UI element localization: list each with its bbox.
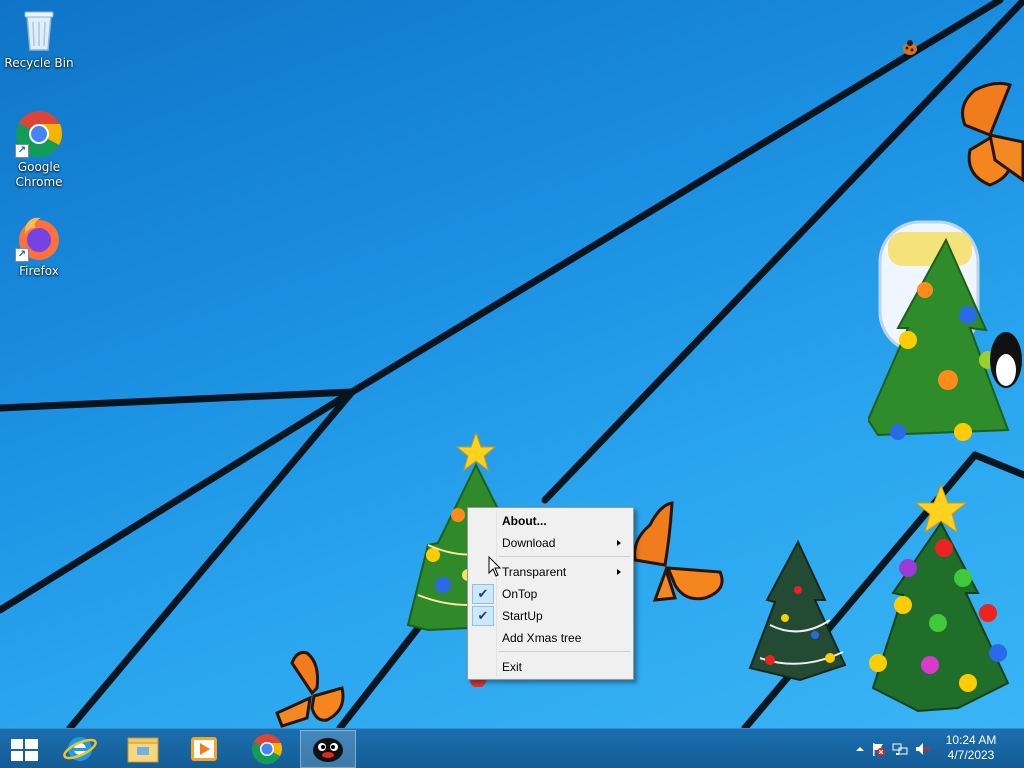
clock-time: 10:24 AM [945,733,997,747]
menu-item-label: Download [502,536,556,550]
recycle-bin-icon [15,6,63,54]
action-center-flag-icon[interactable] [870,741,886,757]
clock-date: 4/7/2023 [947,748,995,762]
xmas-tree-pingu-icon [868,220,1022,441]
submenu-arrow-icon [617,540,621,546]
menu-item-add-xmas-tree[interactable]: Add Xmas tree [470,627,631,649]
xmas-tree-icon [748,540,847,682]
system-tray: 10:24 AM 4/7/2023 [844,729,1024,768]
menu-separator [499,556,630,557]
menu-item-download[interactable]: Download [470,532,631,554]
folder-icon [127,737,159,763]
chrome-icon [252,734,283,765]
network-icon[interactable] [892,741,908,757]
desktop-icon-label: Google Chrome [15,160,63,189]
firefox-icon: ↗ [15,214,63,262]
media-player-icon [191,737,217,761]
start-button[interactable] [0,730,48,768]
menu-item-exit[interactable]: Exit [470,656,631,678]
taskbar-app-internet-explorer[interactable] [52,730,108,768]
menu-item-label: Add Xmas tree [502,631,582,645]
taskbar-app-file-explorer[interactable] [115,730,171,768]
taskbar-app-media-player[interactable] [176,730,232,768]
menu-item-about[interactable]: About... [470,510,631,532]
menu-item-label: OnTop [502,587,538,601]
mouse-cursor-icon [488,556,502,577]
butterfly-icon [275,651,345,728]
ie-icon [63,737,97,761]
desktop-icon-firefox[interactable]: ↗ Firefox [1,214,77,279]
desktop-icon-google-chrome[interactable]: ↗ Google Chrome [1,110,77,190]
butterfly-icon [633,501,724,602]
volume-muted-icon[interactable] [914,741,930,757]
menu-item-label: Transparent [502,565,567,579]
menu-item-label: About... [502,514,547,528]
menu-item-ontop[interactable]: ✔ OnTop [470,583,631,605]
checkmark-icon: ✔ [472,606,494,626]
clock[interactable]: 10:24 AM 4/7/2023 [936,733,1006,763]
menu-separator [499,651,630,652]
taskbar-app-google-chrome[interactable] [239,730,295,768]
checkmark-icon: ✔ [472,584,494,604]
submenu-arrow-icon [617,569,621,575]
desktop[interactable]: Recycle Bin ↗ Google Chrome ↗ Firefox Ab… [0,0,1024,728]
xmas-tree-icon [869,483,1010,713]
menu-item-label: Exit [502,660,523,674]
chrome-icon: ↗ [15,110,63,158]
taskbar-app-xmas-tree[interactable] [300,730,356,768]
desktop-icon-recycle-bin[interactable]: Recycle Bin [1,6,77,71]
windows-logo-icon [11,739,38,761]
taskbar: 10:24 AM 4/7/2023 [0,728,1024,768]
desktop-icon-label: Recycle Bin [4,56,74,70]
menu-item-startup[interactable]: ✔ StartUp [470,605,631,627]
menu-item-label: StartUp [502,609,543,623]
desktop-icon-label: Firefox [19,264,59,278]
shortcut-arrow-icon: ↗ [15,144,29,158]
ladybug-icon [903,40,917,55]
shortcut-arrow-icon: ↗ [15,248,29,262]
context-menu: About... Download Transparent ✔ OnTop ✔ … [467,507,634,680]
butterfly-icon [961,81,1024,187]
penguin-icon [313,738,343,762]
show-hidden-icons-chevron-up-icon[interactable] [852,741,868,757]
